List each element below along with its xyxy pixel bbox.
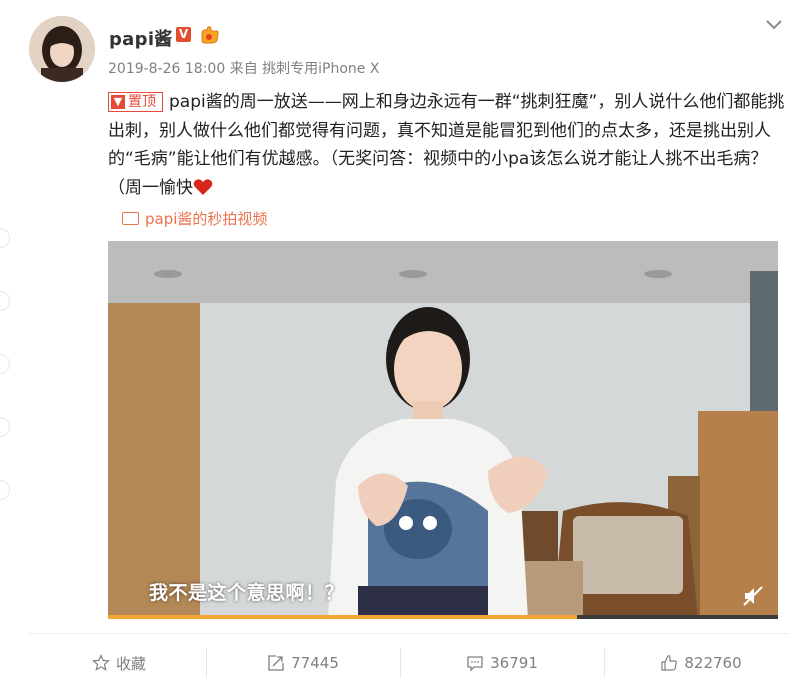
video-progress-fill [108, 615, 577, 619]
repost-button[interactable]: 77445 [208, 640, 398, 686]
repost-icon [268, 655, 284, 671]
video-subtitle: 我不是这个意思啊！？ [149, 582, 345, 604]
video-link-label: papi酱的秒拍视频 [145, 210, 268, 228]
hand-medal-icon [201, 26, 219, 44]
actions-divider [29, 633, 789, 634]
action-bar: 收藏 77445 36791 822760 [0, 640, 807, 686]
mute-icon[interactable] [742, 585, 764, 607]
action-separator [206, 648, 207, 678]
post-meta: 2019-8-26 18:00 来自 挑刺专用iPhone X [108, 61, 380, 77]
video-link[interactable]: papi酱的秒拍视频 [122, 208, 267, 229]
favorite-button[interactable]: 收藏 [29, 640, 209, 686]
post-text: ▼ 置顶 papi酱的周一放送——网上和身边永远有一群“挑刺狂魔”，别人说什么他们都… [108, 88, 788, 202]
pinned-badge: ▼ 置顶 [108, 92, 163, 112]
action-separator [400, 648, 401, 678]
comment-icon [467, 656, 483, 672]
favorite-label: 收藏 [115, 654, 146, 673]
video-progress-bar[interactable] [108, 615, 778, 619]
thumbs-up-icon [661, 655, 678, 671]
action-separator [604, 648, 605, 678]
star-icon [92, 654, 110, 671]
like-count: 822760 [684, 654, 742, 672]
left-edge-decoration [0, 0, 10, 694]
video-frame [108, 241, 778, 619]
pin-arrow-icon: ▼ [111, 95, 125, 109]
avatar[interactable] [29, 16, 95, 82]
avatar-image [29, 16, 95, 82]
like-button[interactable]: 822760 [606, 640, 796, 686]
repost-count: 77445 [291, 654, 339, 672]
heart-icon [193, 178, 213, 195]
pinned-label: 置顶 [128, 94, 156, 110]
comment-count: 36791 [490, 654, 538, 672]
username[interactable]: papi酱 [109, 25, 173, 51]
verified-badge: V [176, 27, 191, 42]
video-player[interactable]: 我不是这个意思啊！？ [108, 241, 778, 619]
chevron-down-icon[interactable] [765, 18, 783, 30]
video-camera-icon [122, 212, 139, 225]
comment-button[interactable]: 36791 [402, 640, 602, 686]
